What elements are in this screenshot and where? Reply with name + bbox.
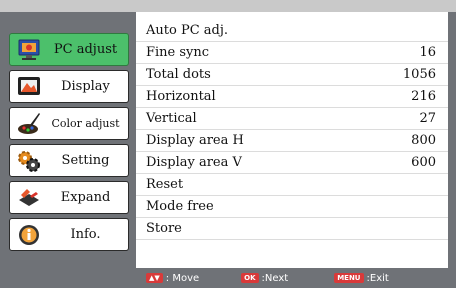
exit-hint: MENU :Exit	[334, 273, 389, 284]
row-label: Reset	[146, 177, 184, 192]
row-label: Mode free	[146, 199, 214, 214]
menu-row-display-area-v[interactable]: Display area V 600	[136, 152, 448, 174]
sidebar-item-label: PC adjust	[53, 42, 118, 57]
menu-row-display-area-h[interactable]: Display area H 800	[136, 130, 448, 152]
setting-icon	[15, 148, 43, 174]
pc-adjust-icon	[15, 37, 43, 63]
row-value: 800	[411, 133, 436, 148]
info-icon	[15, 222, 43, 248]
row-value: 216	[411, 89, 436, 104]
row-value: 600	[411, 155, 436, 170]
right-edge	[448, 12, 456, 288]
sidebar: PC adjust Display Color adjust Setting E…	[0, 12, 136, 288]
move-hint-label: : Move	[165, 272, 200, 284]
row-value: 1056	[402, 67, 436, 82]
arrow-keys-icon: ▲▼	[146, 273, 163, 283]
display-icon	[15, 74, 43, 100]
row-label: Display area H	[146, 133, 244, 148]
sidebar-item-label: Expand	[60, 190, 111, 205]
next-hint: OK :Next	[241, 273, 288, 284]
key-hint-bar: ▲▼ : Move OK :Next MENU :Exit	[136, 268, 448, 288]
ok-key-icon: OK	[241, 273, 259, 283]
row-value: 16	[419, 45, 436, 60]
row-label: Vertical	[146, 111, 197, 126]
sidebar-item-label: Display	[61, 79, 110, 94]
menu-row-total-dots[interactable]: Total dots 1056	[136, 64, 448, 86]
menu-key-icon: MENU	[334, 273, 364, 283]
sidebar-item-label: Info.	[70, 227, 101, 242]
top-strip	[0, 0, 456, 12]
pc-adjust-menu: Auto PC adj. Fine sync 16 Total dots 105…	[136, 12, 448, 268]
expand-icon	[15, 185, 43, 211]
menu-row-vertical[interactable]: Vertical 27	[136, 108, 448, 130]
sidebar-item-pc-adjust[interactable]: PC adjust	[9, 33, 129, 66]
row-label: Fine sync	[146, 45, 210, 60]
sidebar-item-label: Color adjust	[51, 117, 120, 130]
move-hint: ▲▼ : Move	[146, 273, 199, 284]
menu-row-fine-sync[interactable]: Fine sync 16	[136, 42, 448, 64]
row-label: Horizontal	[146, 89, 216, 104]
menu-row-mode-free[interactable]: Mode free	[136, 196, 448, 218]
exit-hint-label: :Exit	[366, 272, 389, 284]
menu-row-horizontal[interactable]: Horizontal 216	[136, 86, 448, 108]
color-adjust-icon	[15, 111, 43, 137]
menu-row-reset[interactable]: Reset	[136, 174, 448, 196]
row-label: Auto PC adj.	[146, 23, 229, 38]
sidebar-item-color-adjust[interactable]: Color adjust	[9, 107, 129, 140]
next-hint-label: :Next	[261, 272, 289, 284]
sidebar-item-expand[interactable]: Expand	[9, 181, 129, 214]
row-label: Store	[146, 221, 182, 236]
sidebar-item-label: Setting	[61, 153, 110, 168]
sidebar-item-display[interactable]: Display	[9, 70, 129, 103]
row-label: Total dots	[146, 67, 211, 82]
menu-row-store[interactable]: Store	[136, 218, 448, 240]
row-value: 27	[419, 111, 436, 126]
sidebar-item-info[interactable]: Info.	[9, 218, 129, 251]
menu-row-auto-pc-adj[interactable]: Auto PC adj.	[136, 20, 448, 42]
sidebar-item-setting[interactable]: Setting	[9, 144, 129, 177]
row-label: Display area V	[146, 155, 242, 170]
